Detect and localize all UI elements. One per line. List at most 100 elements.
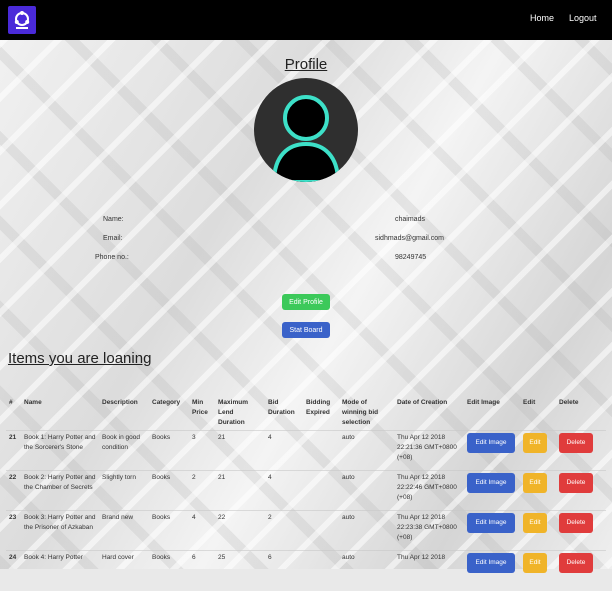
items-table: # Name Description Category Min Price Ma…: [6, 396, 606, 591]
avatar: [254, 78, 358, 182]
edit-image-button[interactable]: Edit Image: [467, 433, 515, 453]
email-label: Email:: [103, 235, 123, 242]
item-min-price: 3: [189, 430, 215, 471]
action-cell: Delete: [556, 430, 606, 471]
header-cell: Category: [152, 399, 181, 406]
edit-button[interactable]: Edit: [523, 433, 547, 453]
action-cell: Edit: [520, 430, 556, 471]
table-header-row: # Name Description Category Min Price Ma…: [6, 396, 606, 431]
table-row: 22 Book 2: Harry Potter and the Chamber o…: [6, 470, 606, 511]
header-cell: Date of Creation: [397, 399, 448, 406]
delete-button[interactable]: Delete: [559, 513, 593, 533]
header-cell: Bid Duration: [268, 399, 295, 416]
item-expired: [303, 510, 339, 551]
header-cell: Edit Image: [467, 399, 500, 406]
action-cell: Edit Image: [464, 470, 520, 511]
table-row: 21 Book 1: Harry Potter and the Sorcerer'…: [6, 430, 606, 471]
navbar: Home Logout: [0, 0, 612, 40]
header-cell: Description: [102, 399, 138, 406]
item-name: Book 2: Harry Potter and the Chamber of …: [21, 470, 99, 511]
header-cell: Delete: [559, 399, 579, 406]
delete-button[interactable]: Delete: [559, 433, 593, 453]
item-category: Books: [149, 430, 189, 471]
header-cell: Min Price: [192, 399, 208, 416]
item-max-lend: 21: [215, 470, 265, 511]
header-cell: Name: [24, 399, 42, 406]
item-category: Books: [149, 550, 189, 591]
action-cell: Edit Image: [464, 430, 520, 471]
edit-image-button[interactable]: Edit Image: [467, 553, 515, 573]
item-mode: auto: [339, 550, 394, 591]
item-mode: auto: [339, 430, 394, 471]
header-cell: Mode of winning bid selection: [342, 399, 379, 426]
item-id: 24: [6, 550, 21, 591]
item-min-price: 2: [189, 470, 215, 511]
item-bid-duration: 6: [265, 550, 303, 591]
header-cell: #: [9, 399, 13, 406]
action-cell: Delete: [556, 550, 606, 591]
phone-value: 98249745: [395, 254, 427, 261]
action-cell: Edit Image: [464, 510, 520, 551]
item-date: Thu Apr 12 2018: [394, 550, 464, 591]
item-bid-duration: 2: [265, 510, 303, 551]
edit-image-button[interactable]: Edit Image: [467, 513, 515, 533]
logo[interactable]: [8, 6, 36, 34]
item-mode: auto: [339, 510, 394, 551]
item-description: Brand new: [99, 510, 149, 551]
item-bid-duration: 4: [265, 470, 303, 511]
item-name: Book 4: Harry Potter: [21, 550, 99, 591]
main-content: Profile Name: chaimads Email: sidhmads@g…: [0, 40, 612, 591]
item-min-price: 4: [189, 510, 215, 551]
edit-button[interactable]: Edit: [523, 473, 547, 493]
header-cell: Edit: [523, 399, 536, 406]
item-max-lend: 22: [215, 510, 265, 551]
item-category: Books: [149, 510, 189, 551]
item-name: Book 3: Harry Potter and the Prisoner of…: [21, 510, 99, 551]
table-body: 21 Book 1: Harry Potter and the Sorcerer'…: [6, 430, 606, 591]
header-cell: Maximum Lend Duration: [218, 399, 248, 426]
edit-button[interactable]: Edit: [523, 513, 547, 533]
action-cell: Edit Image: [464, 550, 520, 591]
item-bid-duration: 4: [265, 430, 303, 471]
nav-home-link[interactable]: Home: [530, 13, 554, 23]
name-value: chaimads: [395, 216, 425, 223]
item-id: 22: [6, 470, 21, 511]
edit-button[interactable]: Edit: [523, 553, 547, 573]
item-max-lend: 21: [215, 430, 265, 471]
item-min-price: 6: [189, 550, 215, 591]
delete-button[interactable]: Delete: [559, 473, 593, 493]
edit-image-button[interactable]: Edit Image: [467, 473, 515, 493]
item-mode: auto: [339, 470, 394, 511]
action-cell: Delete: [556, 510, 606, 551]
item-id: 21: [6, 430, 21, 471]
item-description: Slightly torn: [99, 470, 149, 511]
edit-profile-button[interactable]: Edit Profile: [282, 294, 330, 310]
logo-icon: [14, 11, 30, 29]
action-cell: Edit: [520, 550, 556, 591]
item-expired: [303, 550, 339, 591]
phone-label: Phone no.:: [95, 254, 129, 261]
item-name: Book 1: Harry Potter and the Sorcerer's …: [21, 430, 99, 471]
action-cell: Edit: [520, 470, 556, 511]
item-date: Thu Apr 12 2018 22:23:38 GMT+0800 (+08): [394, 510, 464, 551]
item-date: Thu Apr 12 2018 22:22:46 GMT+0800 (+08): [394, 470, 464, 511]
name-label: Name:: [103, 216, 124, 223]
table-row: 24 Book 4: Harry Potter Hard cover Books 6 25…: [6, 550, 606, 591]
item-date: Thu Apr 12 2018 22:21:36 GMT+0800 (+08): [394, 430, 464, 471]
action-cell: Delete: [556, 470, 606, 511]
item-category: Books: [149, 470, 189, 511]
header-cell: Bidding Expired: [306, 399, 331, 416]
item-expired: [303, 430, 339, 471]
table-row: 23 Book 3: Harry Potter and the Prisoner …: [6, 510, 606, 551]
action-cell: Edit: [520, 510, 556, 551]
item-description: Hard cover: [99, 550, 149, 591]
item-max-lend: 25: [215, 550, 265, 591]
delete-button[interactable]: Delete: [559, 553, 593, 573]
item-expired: [303, 470, 339, 511]
nav-logout-link[interactable]: Logout: [569, 13, 597, 23]
email-value: sidhmads@gmail.com: [375, 235, 444, 242]
user-avatar-icon: [271, 95, 341, 182]
items-section-title: Items you are loaning: [8, 350, 152, 367]
stat-board-button[interactable]: Stat Board: [282, 322, 330, 338]
item-id: 23: [6, 510, 21, 551]
